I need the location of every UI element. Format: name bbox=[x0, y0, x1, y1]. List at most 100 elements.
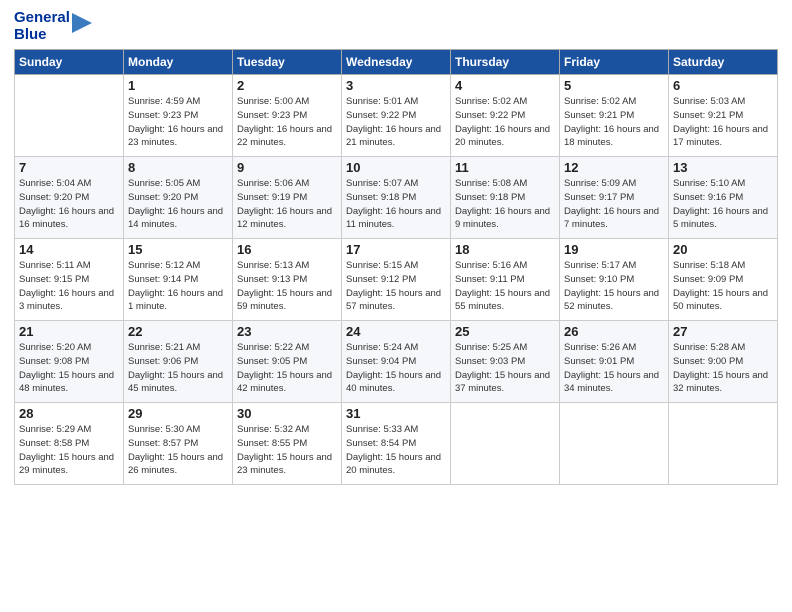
day-info: Sunrise: 5:16 AMSunset: 9:11 PMDaylight:… bbox=[455, 259, 555, 314]
day-info: Sunrise: 5:05 AMSunset: 9:20 PMDaylight:… bbox=[128, 177, 228, 232]
calendar-cell: 4 Sunrise: 5:02 AMSunset: 9:22 PMDaylight… bbox=[451, 75, 560, 157]
day-number: 6 bbox=[673, 78, 773, 93]
calendar-cell: 5 Sunrise: 5:02 AMSunset: 9:21 PMDaylight… bbox=[560, 75, 669, 157]
weekday-header-monday: Monday bbox=[124, 50, 233, 75]
day-number: 16 bbox=[237, 242, 337, 257]
day-info: Sunrise: 5:32 AMSunset: 8:55 PMDaylight:… bbox=[237, 423, 337, 478]
weekday-header-wednesday: Wednesday bbox=[342, 50, 451, 75]
day-number: 18 bbox=[455, 242, 555, 257]
calendar-cell: 31 Sunrise: 5:33 AMSunset: 8:54 PMDayligh… bbox=[342, 403, 451, 485]
day-number: 15 bbox=[128, 242, 228, 257]
calendar-container: General Blue SundayMondayTuesdayWednesda… bbox=[0, 0, 792, 493]
day-number: 1 bbox=[128, 78, 228, 93]
calendar-cell: 23Sunrise: 5:22 AMSunset: 9:05 PMDayligh… bbox=[233, 321, 342, 403]
day-info: Sunrise: 5:02 AMSunset: 9:21 PMDaylight:… bbox=[564, 95, 664, 150]
calendar-cell: 3 Sunrise: 5:01 AMSunset: 9:22 PMDaylight… bbox=[342, 75, 451, 157]
day-number: 26 bbox=[564, 324, 664, 339]
calendar-cell: 24 Sunrise: 5:24 AMSunset: 9:04 PMDayligh… bbox=[342, 321, 451, 403]
logo: General Blue bbox=[14, 10, 92, 43]
calendar-cell: 8 Sunrise: 5:05 AMSunset: 9:20 PMDaylight… bbox=[124, 157, 233, 239]
day-number: 25 bbox=[455, 324, 555, 339]
day-number: 5 bbox=[564, 78, 664, 93]
day-info: Sunrise: 5:18 AMSunset: 9:09 PMDaylight:… bbox=[673, 259, 773, 314]
day-number: 24 bbox=[346, 324, 446, 339]
day-number: 22 bbox=[128, 324, 228, 339]
calendar-table: SundayMondayTuesdayWednesdayThursdayFrid… bbox=[14, 49, 778, 485]
week-row-4: 21 Sunrise: 5:20 AMSunset: 9:08 PMDayligh… bbox=[15, 321, 778, 403]
calendar-cell bbox=[669, 403, 778, 485]
calendar-cell: 25Sunrise: 5:25 AMSunset: 9:03 PMDayligh… bbox=[451, 321, 560, 403]
day-info: Sunrise: 5:29 AMSunset: 8:58 PMDaylight:… bbox=[19, 423, 119, 478]
calendar-cell: 29 Sunrise: 5:30 AMSunset: 8:57 PMDayligh… bbox=[124, 403, 233, 485]
day-number: 31 bbox=[346, 406, 446, 421]
calendar-cell: 22 Sunrise: 5:21 AMSunset: 9:06 PMDayligh… bbox=[124, 321, 233, 403]
calendar-cell: 27Sunrise: 5:28 AMSunset: 9:00 PMDayligh… bbox=[669, 321, 778, 403]
day-number: 9 bbox=[237, 160, 337, 175]
day-number: 14 bbox=[19, 242, 119, 257]
day-number: 21 bbox=[19, 324, 119, 339]
week-row-3: 14 Sunrise: 5:11 AMSunset: 9:15 PMDayligh… bbox=[15, 239, 778, 321]
calendar-cell: 30 Sunrise: 5:32 AMSunset: 8:55 PMDayligh… bbox=[233, 403, 342, 485]
weekday-header-saturday: Saturday bbox=[669, 50, 778, 75]
calendar-cell: 1 Sunrise: 4:59 AMSunset: 9:23 PMDaylight… bbox=[124, 75, 233, 157]
day-number: 13 bbox=[673, 160, 773, 175]
weekday-header-friday: Friday bbox=[560, 50, 669, 75]
calendar-cell: 2Sunrise: 5:00 AMSunset: 9:23 PMDaylight… bbox=[233, 75, 342, 157]
logo-text-block: General Blue bbox=[14, 10, 70, 43]
day-number: 17 bbox=[346, 242, 446, 257]
week-row-2: 7Sunrise: 5:04 AMSunset: 9:20 PMDaylight… bbox=[15, 157, 778, 239]
day-info: Sunrise: 5:15 AMSunset: 9:12 PMDaylight:… bbox=[346, 259, 446, 314]
day-info: Sunrise: 5:03 AMSunset: 9:21 PMDaylight:… bbox=[673, 95, 773, 150]
day-info: Sunrise: 5:28 AMSunset: 9:00 PMDaylight:… bbox=[673, 341, 773, 396]
weekday-header-tuesday: Tuesday bbox=[233, 50, 342, 75]
week-row-1: 1 Sunrise: 4:59 AMSunset: 9:23 PMDaylight… bbox=[15, 75, 778, 157]
calendar-cell: 28Sunrise: 5:29 AMSunset: 8:58 PMDayligh… bbox=[15, 403, 124, 485]
day-number: 4 bbox=[455, 78, 555, 93]
day-number: 2 bbox=[237, 78, 337, 93]
calendar-cell: 21 Sunrise: 5:20 AMSunset: 9:08 PMDayligh… bbox=[15, 321, 124, 403]
day-info: Sunrise: 5:07 AMSunset: 9:18 PMDaylight:… bbox=[346, 177, 446, 232]
day-info: Sunrise: 5:02 AMSunset: 9:22 PMDaylight:… bbox=[455, 95, 555, 150]
weekday-header-thursday: Thursday bbox=[451, 50, 560, 75]
calendar-cell: 14 Sunrise: 5:11 AMSunset: 9:15 PMDayligh… bbox=[15, 239, 124, 321]
calendar-cell: 10Sunrise: 5:07 AMSunset: 9:18 PMDayligh… bbox=[342, 157, 451, 239]
day-number: 19 bbox=[564, 242, 664, 257]
calendar-cell: 20Sunrise: 5:18 AMSunset: 9:09 PMDayligh… bbox=[669, 239, 778, 321]
day-info: Sunrise: 5:08 AMSunset: 9:18 PMDaylight:… bbox=[455, 177, 555, 232]
calendar-cell bbox=[15, 75, 124, 157]
day-info: Sunrise: 5:06 AMSunset: 9:19 PMDaylight:… bbox=[237, 177, 337, 232]
calendar-cell bbox=[451, 403, 560, 485]
day-info: Sunrise: 5:11 AMSunset: 9:15 PMDaylight:… bbox=[19, 259, 119, 314]
calendar-cell: 16 Sunrise: 5:13 AMSunset: 9:13 PMDayligh… bbox=[233, 239, 342, 321]
calendar-cell: 15 Sunrise: 5:12 AMSunset: 9:14 PMDayligh… bbox=[124, 239, 233, 321]
day-info: Sunrise: 5:24 AMSunset: 9:04 PMDaylight:… bbox=[346, 341, 446, 396]
day-info: Sunrise: 5:09 AMSunset: 9:17 PMDaylight:… bbox=[564, 177, 664, 232]
day-number: 30 bbox=[237, 406, 337, 421]
day-info: Sunrise: 4:59 AMSunset: 9:23 PMDaylight:… bbox=[128, 95, 228, 150]
day-number: 7 bbox=[19, 160, 119, 175]
day-number: 29 bbox=[128, 406, 228, 421]
calendar-cell: 26 Sunrise: 5:26 AMSunset: 9:01 PMDayligh… bbox=[560, 321, 669, 403]
day-info: Sunrise: 5:20 AMSunset: 9:08 PMDaylight:… bbox=[19, 341, 119, 396]
day-info: Sunrise: 5:30 AMSunset: 8:57 PMDaylight:… bbox=[128, 423, 228, 478]
day-info: Sunrise: 5:12 AMSunset: 9:14 PMDaylight:… bbox=[128, 259, 228, 314]
calendar-cell: 13Sunrise: 5:10 AMSunset: 9:16 PMDayligh… bbox=[669, 157, 778, 239]
weekday-header-row: SundayMondayTuesdayWednesdayThursdayFrid… bbox=[15, 50, 778, 75]
calendar-cell: 11 Sunrise: 5:08 AMSunset: 9:18 PMDayligh… bbox=[451, 157, 560, 239]
logo-chevron-icon bbox=[72, 13, 92, 33]
day-info: Sunrise: 5:22 AMSunset: 9:05 PMDaylight:… bbox=[237, 341, 337, 396]
day-info: Sunrise: 5:13 AMSunset: 9:13 PMDaylight:… bbox=[237, 259, 337, 314]
week-row-5: 28Sunrise: 5:29 AMSunset: 8:58 PMDayligh… bbox=[15, 403, 778, 485]
header: General Blue bbox=[14, 10, 778, 43]
logo-graphic: General Blue bbox=[14, 10, 92, 43]
calendar-cell: 19Sunrise: 5:17 AMSunset: 9:10 PMDayligh… bbox=[560, 239, 669, 321]
day-number: 3 bbox=[346, 78, 446, 93]
day-number: 11 bbox=[455, 160, 555, 175]
day-info: Sunrise: 5:33 AMSunset: 8:54 PMDaylight:… bbox=[346, 423, 446, 478]
calendar-cell: 9 Sunrise: 5:06 AMSunset: 9:19 PMDaylight… bbox=[233, 157, 342, 239]
calendar-cell bbox=[560, 403, 669, 485]
day-info: Sunrise: 5:01 AMSunset: 9:22 PMDaylight:… bbox=[346, 95, 446, 150]
day-info: Sunrise: 5:21 AMSunset: 9:06 PMDaylight:… bbox=[128, 341, 228, 396]
day-number: 8 bbox=[128, 160, 228, 175]
day-info: Sunrise: 5:26 AMSunset: 9:01 PMDaylight:… bbox=[564, 341, 664, 396]
